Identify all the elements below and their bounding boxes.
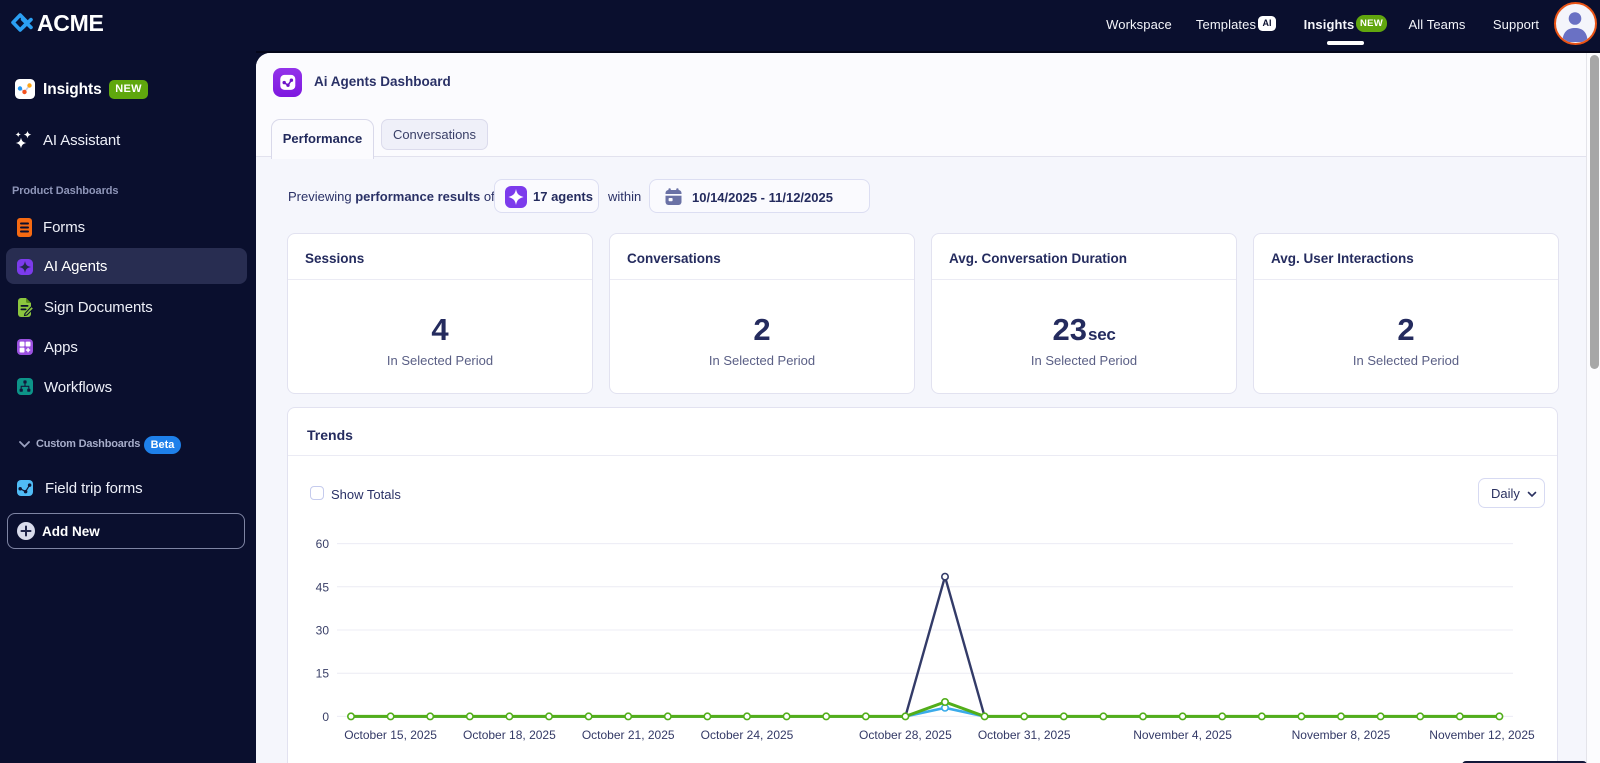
svg-text:0: 0 [322,710,329,724]
svg-text:October 15, 2025: October 15, 2025 [344,728,437,742]
svg-text:October 18, 2025: October 18, 2025 [463,728,556,742]
svg-text:November 4, 2025: November 4, 2025 [1133,728,1232,742]
svg-text:November 12, 2025: November 12, 2025 [1429,728,1535,742]
svg-text:October 24, 2025: October 24, 2025 [701,728,794,742]
svg-text:October 28, 2025: October 28, 2025 [859,728,952,742]
svg-text:60: 60 [316,537,330,551]
svg-text:October 21, 2025: October 21, 2025 [582,728,675,742]
svg-text:30: 30 [316,624,330,638]
svg-text:15: 15 [316,667,330,681]
svg-text:45: 45 [316,580,330,594]
svg-text:October 31, 2025: October 31, 2025 [978,728,1071,742]
svg-text:November 8, 2025: November 8, 2025 [1292,728,1391,742]
